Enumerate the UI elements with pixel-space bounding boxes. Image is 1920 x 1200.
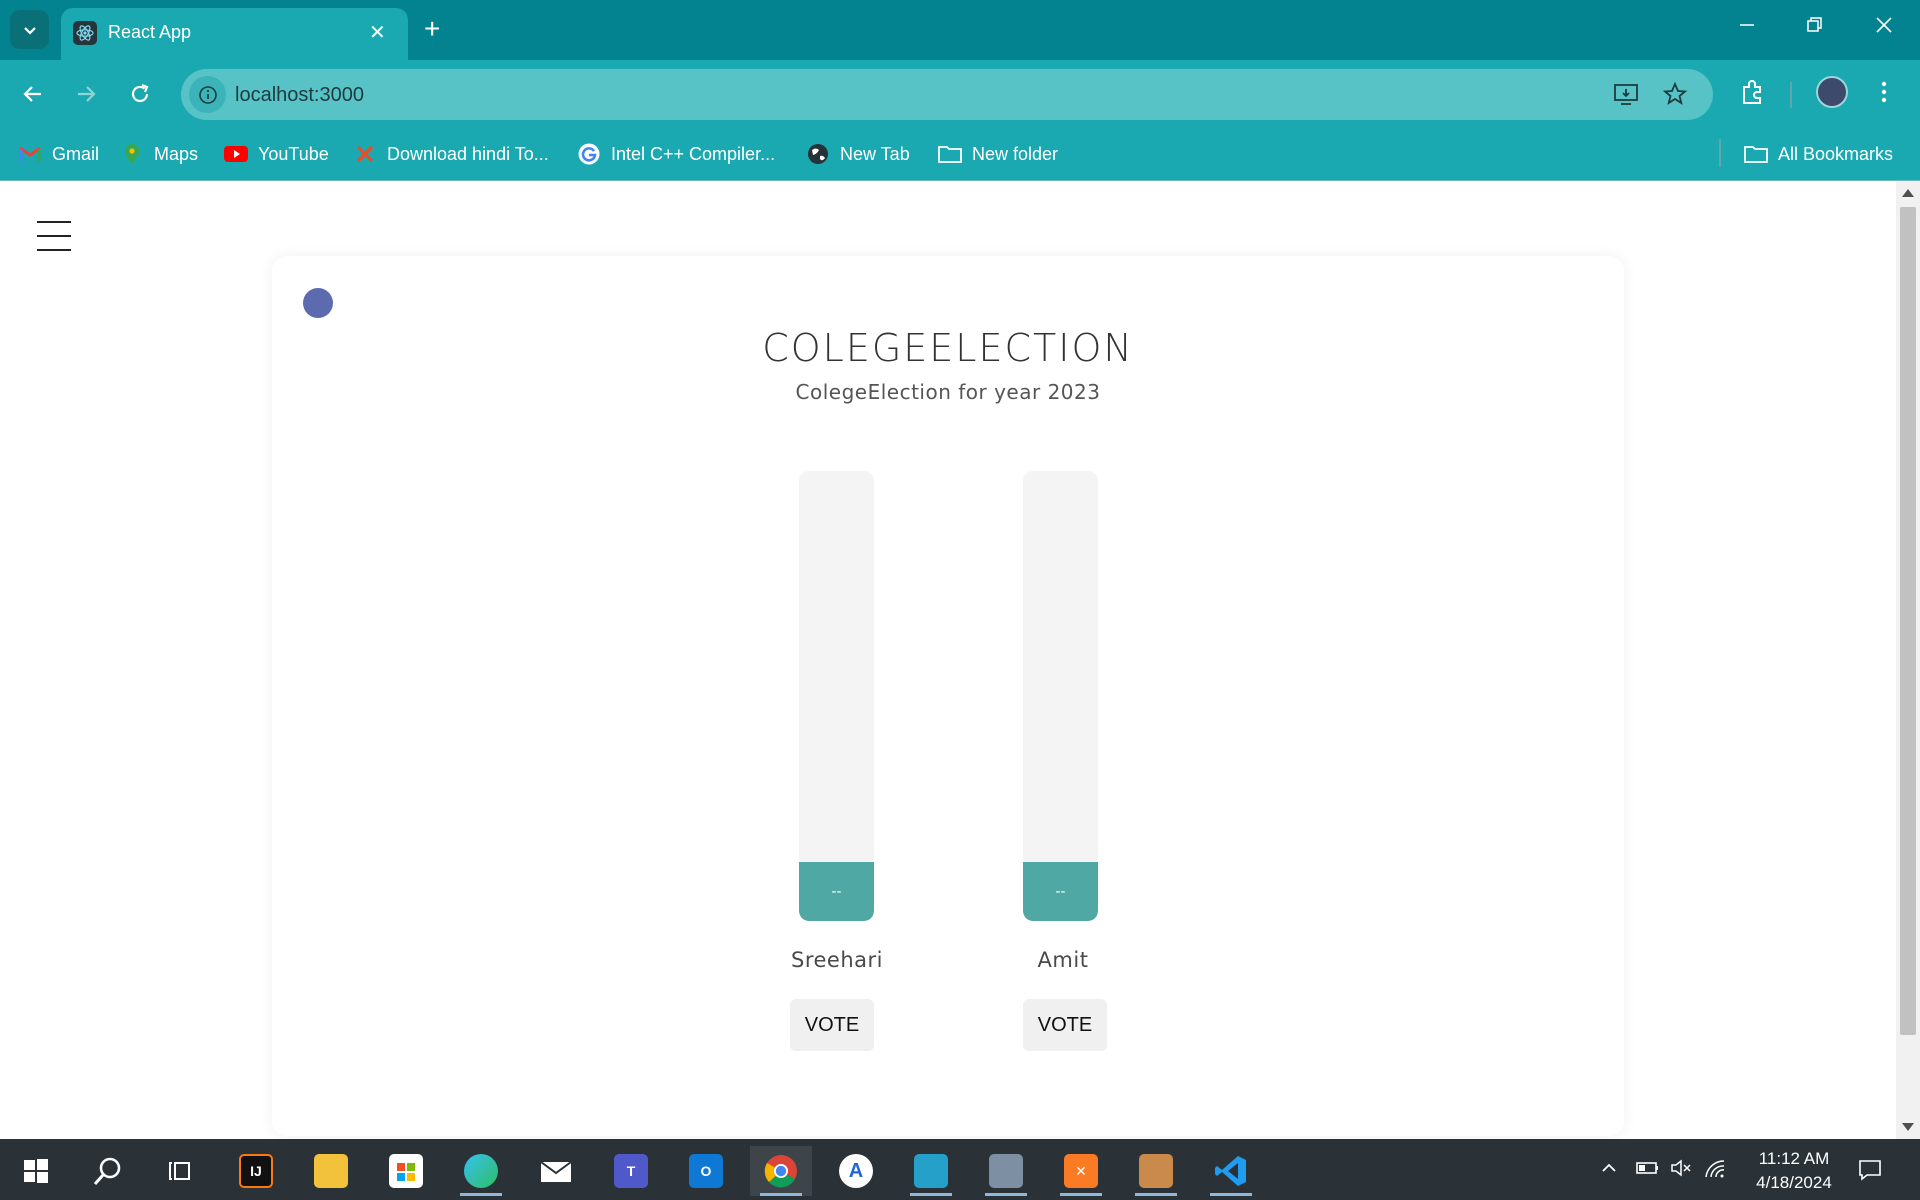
reload-icon[interactable] [120,74,160,114]
bookmark-youtube[interactable]: YouTube [224,142,329,166]
vote-count: -- [799,862,874,921]
tab-title: React App [108,22,192,42]
install-app-icon[interactable] [1613,81,1639,112]
tab-strip: React App ✕ + [0,0,1920,60]
wifi-icon[interactable] [1704,1159,1726,1184]
tray-overflow-icon[interactable] [1600,1159,1618,1182]
chrome-icon[interactable] [750,1146,812,1196]
task-view-icon[interactable] [149,1146,211,1196]
vote-count: -- [1023,862,1098,921]
page-subtitle: ColegeElection for year 2023 [795,380,1101,404]
profile-avatar[interactable] [1816,76,1848,108]
vote-bar: -- [799,471,874,921]
hamburger-menu-icon[interactable] [37,221,71,251]
xampp-icon[interactable]: ✕ [1050,1146,1112,1196]
scroll-down-arrow-icon[interactable] [1902,1123,1914,1131]
teams-icon[interactable]: T [600,1146,662,1196]
close-window-icon[interactable] [1875,14,1893,40]
back-icon[interactable] [13,74,53,114]
vscode-icon[interactable] [1200,1146,1262,1196]
scroll-thumb[interactable] [1900,207,1916,1035]
clock-date: 4/18/2024 [1756,1173,1832,1192]
vote-button[interactable]: VOTE [790,999,874,1051]
battery-icon[interactable] [1636,1159,1660,1182]
all-bookmarks-label: All Bookmarks [1778,143,1894,164]
site-info-icon[interactable] [189,76,226,113]
download-site-icon [353,142,377,166]
clock-time: 11:12 AM [1758,1149,1830,1168]
forward-icon[interactable] [66,74,106,114]
toolbar-divider [1790,82,1792,108]
restore-icon[interactable] [1806,14,1824,40]
bookmark-label: Intel C++ Compiler... [611,143,776,164]
bookmark-label: New folder [972,143,1059,164]
extensions-icon[interactable] [1739,78,1767,111]
page-title: COLEGEELECTION [762,326,1134,370]
folder-icon [1744,142,1768,166]
notifications-icon[interactable] [1858,1159,1882,1186]
new-tab-button[interactable]: + [424,12,440,46]
tab-react-app[interactable]: React App ✕ [61,8,408,60]
bookmark-label: YouTube [258,143,329,164]
bookmark-new-folder[interactable]: New folder [938,142,1058,166]
minimize-icon[interactable] [1738,14,1756,40]
store-icon[interactable] [375,1146,437,1196]
app-icon[interactable] [1125,1146,1187,1196]
bookmarks-bar: Gmail Maps YouTube Download hindi To... … [0,129,1920,181]
search-icon[interactable] [77,1146,139,1196]
intellij-icon[interactable]: IJ [225,1146,287,1196]
taskbar-clock[interactable]: 11:12 AM 4/18/2024 [1742,1147,1846,1195]
bookmarks-divider [1719,139,1721,167]
bookmark-star-icon[interactable] [1662,81,1688,112]
bookmark-label: Download hindi To... [387,143,549,164]
app-icon[interactable] [900,1146,962,1196]
browser-toolbar: localhost:3000 [0,60,1920,129]
bookmark-intel-compiler[interactable]: Intel C++ Compiler... [577,142,775,166]
app-icon[interactable]: A [825,1146,887,1196]
bookmark-label: Gmail [52,143,100,164]
react-icon [73,21,97,45]
election-card: COLEGEELECTION ColegeElection for year 2… [272,256,1624,1136]
windows-taskbar: IJ T O A ✕ 11:12 AM 4/18/2024 [0,1139,1920,1200]
vote-button[interactable]: VOTE [1023,999,1107,1051]
bookmark-label: New Tab [840,143,910,164]
app-icon[interactable] [975,1146,1037,1196]
chevron-down-icon [23,26,36,35]
candidate-name: Sreehari [791,948,883,972]
volume-muted-icon[interactable] [1670,1159,1692,1182]
address-bar[interactable]: localhost:3000 [181,69,1713,120]
file-explorer-icon[interactable] [300,1146,362,1196]
outlook-icon[interactable]: O [675,1146,737,1196]
bookmark-maps[interactable]: Maps [120,142,198,166]
bookmark-download-hindi[interactable]: Download hindi To... [353,142,549,166]
bookmark-label: Maps [154,143,199,164]
vote-bar: -- [1023,471,1098,921]
start-icon[interactable] [5,1146,67,1196]
google-icon [577,142,601,166]
close-tab-icon[interactable]: ✕ [369,20,386,45]
mail-icon[interactable] [525,1146,587,1196]
all-bookmarks-button[interactable]: All Bookmarks [1744,142,1893,166]
page-scrollbar[interactable] [1896,181,1920,1139]
bookmark-gmail[interactable]: Gmail [18,142,99,166]
page-viewport: COLEGEELECTION ColegeElection for year 2… [0,181,1920,1139]
scroll-up-arrow-icon[interactable] [1902,189,1914,197]
candidate-name: Amit [1037,948,1089,972]
globe-icon [806,142,830,166]
edge-icon[interactable] [450,1146,512,1196]
maps-icon [120,142,144,166]
bookmark-new-tab[interactable]: New Tab [806,142,910,166]
status-dot [303,288,333,318]
more-menu-icon[interactable] [1880,78,1888,111]
tab-search-button[interactable] [10,10,49,49]
gmail-icon [18,142,42,166]
youtube-icon [224,142,248,166]
url-text[interactable]: localhost:3000 [235,84,364,107]
folder-icon [938,142,962,166]
